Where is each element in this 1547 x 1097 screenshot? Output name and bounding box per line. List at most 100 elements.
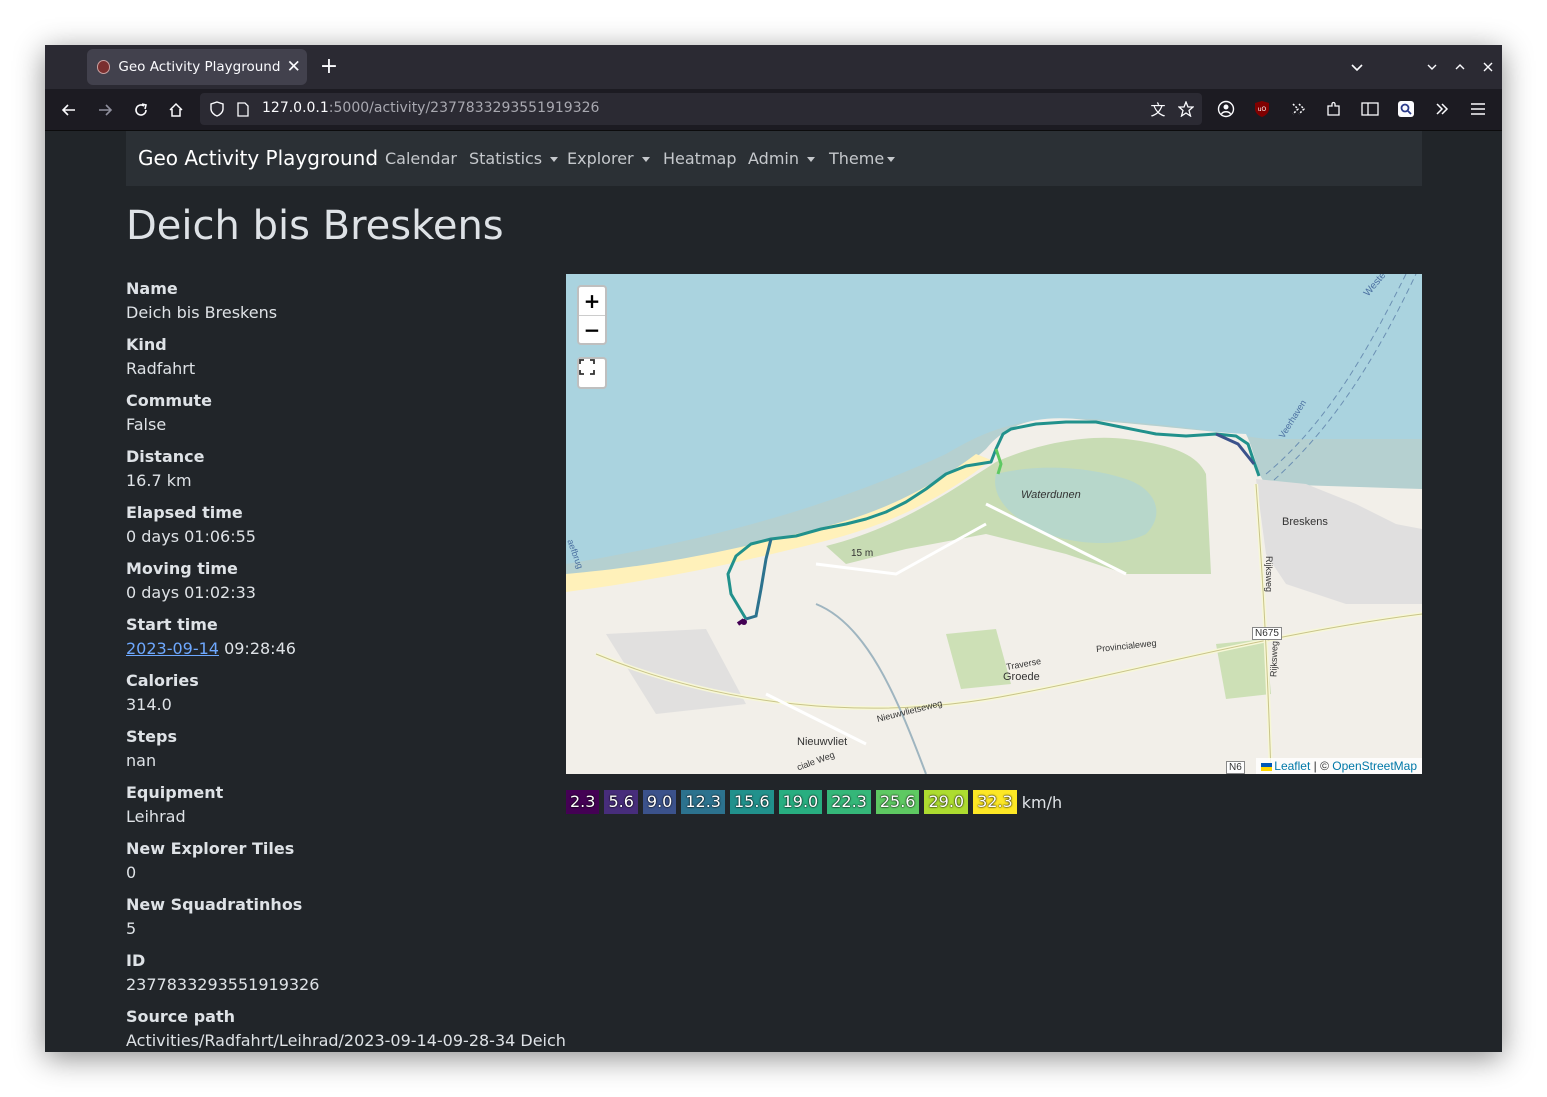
maximize-icon[interactable] — [1448, 55, 1472, 79]
close-tab-icon[interactable]: ✕ — [280, 57, 307, 77]
search-extension-icon[interactable] — [1394, 97, 1418, 121]
legend-unit: km/h — [1021, 792, 1063, 812]
shield-icon[interactable] — [205, 97, 229, 121]
map-label-rijksweg-1: Rijksweg — [1264, 555, 1275, 593]
detail-label: Start time — [126, 615, 218, 634]
forward-icon[interactable] — [92, 97, 118, 123]
page-info-icon[interactable] — [231, 97, 255, 121]
nav-label: Calendar — [385, 149, 457, 168]
detail-label: New Squadratinhos — [126, 895, 303, 914]
detail-value: Activities/Radfahrt/Leihrad/2023-09-14-0… — [126, 1031, 566, 1050]
leaflet-link[interactable]: Leaflet — [1274, 759, 1310, 773]
caret-down-icon — [807, 157, 815, 162]
map-label-n6: N6 — [1226, 761, 1245, 774]
reload-icon[interactable] — [128, 97, 154, 123]
detail-label: ID — [126, 951, 146, 970]
detail-label: Source path — [126, 1007, 235, 1026]
detail-value: False — [126, 415, 167, 434]
nav-label: Statistics — [469, 149, 543, 168]
list-tabs-icon[interactable] — [1345, 55, 1369, 79]
detail-label: Moving time — [126, 559, 238, 578]
account-icon[interactable] — [1214, 97, 1238, 121]
legend-chip: 9.0 — [642, 790, 677, 814]
back-icon[interactable] — [56, 97, 82, 123]
page-title: Deich bis Breskens — [126, 203, 504, 249]
legend-chip: 29.0 — [924, 790, 969, 814]
detail-label: Kind — [126, 335, 167, 354]
new-tab-button[interactable]: + — [317, 55, 341, 79]
zoom-out-button[interactable]: − — [579, 315, 605, 344]
map-label-breskens: Breskens — [1282, 516, 1328, 528]
detail-label: Commute — [126, 391, 212, 410]
nav-heatmap[interactable]: Heatmap — [663, 149, 737, 168]
speed-legend: 2.3 5.6 9.0 12.3 15.6 19.0 22.3 25.6 29.… — [566, 790, 1062, 814]
detail-value: 0 days 01:06:55 — [126, 527, 256, 546]
activity-details: Name Deich bis Breskens Kind Radfahrt Co… — [126, 277, 566, 1052]
nav-calendar[interactable]: Calendar — [385, 149, 457, 168]
detail-label: Distance — [126, 447, 205, 466]
detail-value: 2023-09-14 09:28:46 — [126, 637, 556, 669]
legend-chip: 32.3 — [973, 790, 1017, 814]
detail-value: nan — [126, 751, 157, 770]
start-date-link[interactable]: 2023-09-14 — [126, 639, 219, 658]
detail-value: Leihrad — [126, 807, 186, 826]
caret-down-icon — [887, 157, 896, 162]
brand-link[interactable]: Geo Activity Playground — [138, 146, 378, 170]
tab-strip: Geo Activity Playground ✕ + — [45, 45, 1502, 89]
address-bar[interactable]: 127.0.0.1:5000/activity/2377833293551919… — [200, 93, 1202, 125]
map-attribution: Leaflet | © OpenStreetMap — [1256, 758, 1422, 774]
detail-value: 0 — [126, 863, 137, 882]
detail-label: Equipment — [126, 783, 224, 802]
caret-down-icon — [641, 157, 650, 162]
legend-chip: 5.6 — [604, 790, 638, 814]
detail-value: 5 — [126, 919, 137, 938]
bookmark-star-icon[interactable] — [1174, 97, 1198, 121]
nav-explorer[interactable]: Explorer — [567, 149, 650, 168]
nav-label: Theme — [829, 149, 885, 168]
legend-chip: 22.3 — [827, 790, 871, 814]
extensions-puzzle-icon[interactable] — [1322, 97, 1346, 121]
legend-chip: 12.3 — [681, 790, 725, 814]
zoom-control: + − — [577, 285, 607, 345]
ublock-icon[interactable]: uO — [1250, 97, 1274, 121]
translate-icon[interactable]: 文 — [1146, 97, 1170, 121]
legend-chip: 2.3 — [566, 790, 600, 814]
caret-down-icon — [550, 157, 559, 162]
detail-label: New Explorer Tiles — [126, 839, 295, 858]
sidebar-icon[interactable] — [1358, 97, 1382, 121]
detail-value: 16.7 km — [126, 471, 192, 490]
attribution-separator: | © — [1310, 759, 1333, 773]
detail-label: Steps — [126, 727, 177, 746]
url-text: 127.0.0.1:5000/activity/2377833293551919… — [262, 100, 599, 116]
activity-map[interactable]: Waterdunen Breskens Groede Nieuwvliet 15… — [566, 274, 1422, 774]
extension-arrow-icon[interactable] — [1286, 97, 1310, 121]
detail-value: Deich bis Breskens — [126, 303, 278, 322]
hamburger-menu-icon[interactable] — [1466, 97, 1490, 121]
detail-label: Calories — [126, 671, 199, 690]
map-label-waterdunen: Waterdunen — [1021, 489, 1081, 501]
map-label-groede: Groede — [1003, 671, 1040, 683]
home-icon[interactable] — [163, 97, 189, 123]
browser-window: Geo Activity Playground ✕ + 127.0.0.1:50… — [45, 45, 1502, 1052]
detail-value: 0 days 01:02:33 — [126, 583, 256, 602]
nav-statistics[interactable]: Statistics — [469, 149, 559, 168]
map-label-nieuwvliet: Nieuwvliet — [797, 736, 848, 748]
minimize-icon[interactable] — [1420, 55, 1444, 79]
more-tools-icon[interactable] — [1430, 97, 1454, 121]
nav-theme[interactable]: Theme — [829, 149, 896, 168]
detail-value: Radfahrt — [126, 359, 196, 378]
legend-chip: 15.6 — [729, 790, 774, 814]
map-label-rijksweg-2: Rijksweg — [1268, 640, 1280, 678]
close-window-icon[interactable] — [1476, 55, 1500, 79]
osm-link[interactable]: OpenStreetMap — [1332, 759, 1417, 773]
detail-value: 2377833293551919326 — [126, 975, 320, 994]
favicon-icon — [97, 60, 111, 74]
detail-label: Name — [126, 279, 178, 298]
zoom-in-button[interactable]: + — [579, 287, 605, 315]
fullscreen-button[interactable] — [577, 357, 607, 389]
nav-admin[interactable]: Admin — [748, 149, 815, 168]
legend-chip: 19.0 — [778, 790, 823, 814]
browser-tab[interactable]: Geo Activity Playground ✕ — [87, 49, 307, 85]
nav-label: Explorer — [567, 149, 634, 168]
start-time-text: 09:28:46 — [218, 639, 296, 658]
